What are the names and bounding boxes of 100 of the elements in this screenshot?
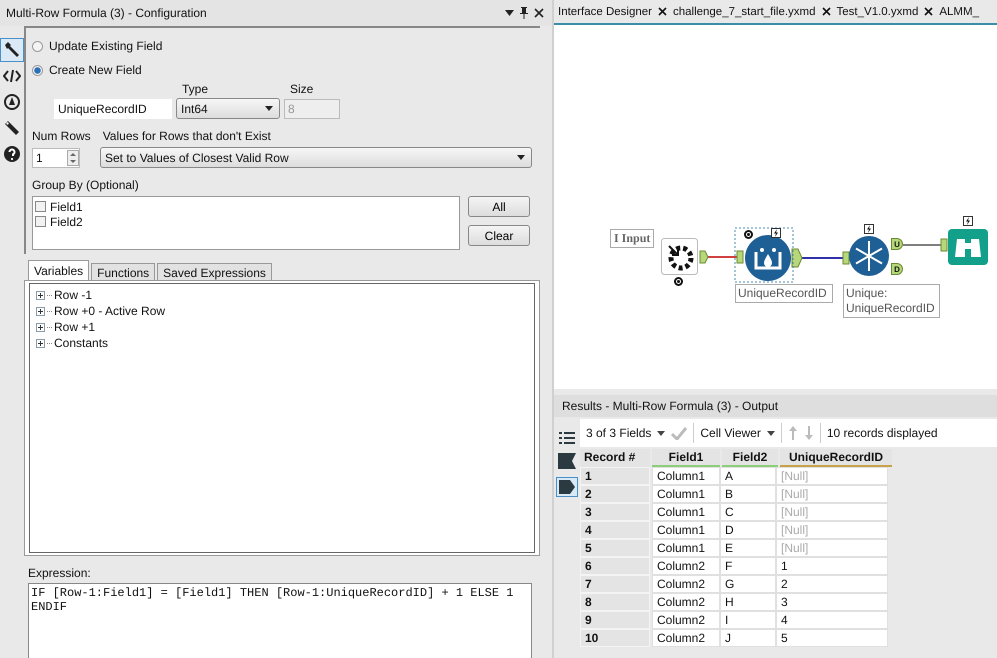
document-tab[interactable]: challenge_7_start_file.yxmd <box>672 6 816 18</box>
table-cell: 1 <box>776 557 888 575</box>
badge-icon <box>674 277 683 286</box>
connector-line <box>708 256 737 258</box>
num-rows-spinner[interactable]: 1 <box>32 148 80 168</box>
input-anchor-icon <box>736 250 744 264</box>
fields-dropdown[interactable]: 3 of 3 Fields <box>586 426 652 440</box>
record-number: 10 <box>580 629 650 647</box>
table-cell: [Null] <box>776 467 888 485</box>
lightning-icon <box>864 224 874 234</box>
close-icon[interactable] <box>924 7 934 16</box>
missing-rows-dropdown[interactable]: Set to Values of Closest Valid Row <box>100 147 532 168</box>
tab[interactable]: Functions <box>91 263 156 280</box>
radio-label: Create New Field <box>49 63 142 77</box>
tree-item[interactable]: Row -1 <box>54 288 92 302</box>
selection-box <box>734 228 794 282</box>
snowflake-tool-icon[interactable] <box>848 235 890 277</box>
caret-icon[interactable] <box>766 430 775 436</box>
record-number: 3 <box>580 503 650 521</box>
panel-title: Multi-Row Formula (3) - Configuration <box>6 6 207 20</box>
expander-icon[interactable] <box>36 338 45 348</box>
caret-icon[interactable] <box>657 430 666 436</box>
field-label: Field1 <box>50 200 83 214</box>
document-tab[interactable]: Interface Designer <box>558 6 652 18</box>
list-icon[interactable] <box>559 431 575 445</box>
record-number: 5 <box>580 539 650 557</box>
record-number: 1 <box>580 467 650 485</box>
table-cell: Column2 <box>652 557 720 575</box>
clear-button[interactable]: Clear <box>468 225 530 246</box>
checkmark-icon[interactable] <box>671 426 688 440</box>
column-header[interactable]: Record # <box>580 449 650 467</box>
badge-icon <box>744 230 753 239</box>
missing-rows-label: Values for Rows that don't Exist <box>102 129 271 145</box>
input-anchor-icon <box>940 238 948 252</box>
results-title: Results - Multi-Row Formula (3) - Output <box>554 395 997 417</box>
tree-item[interactable]: Row +0 - Active Row <box>54 304 166 318</box>
table-cell: Column1 <box>652 503 720 521</box>
input-anchor-icon <box>842 252 850 264</box>
table-cell: Column2 <box>652 629 720 647</box>
record-id-tool-icon[interactable] <box>744 234 792 282</box>
table-cell: [Null] <box>776 503 888 521</box>
record-number: 7 <box>580 575 650 593</box>
checkbox[interactable] <box>35 216 46 227</box>
expander-icon[interactable] <box>36 306 45 316</box>
group-by-label: Group By (Optional) <box>32 178 140 194</box>
field-label: Field2 <box>50 214 83 228</box>
type-label: Type <box>182 82 208 98</box>
table-cell: I <box>720 611 776 629</box>
lightning-icon <box>963 216 973 226</box>
expander-icon[interactable] <box>36 290 45 300</box>
document-tab[interactable]: Test_V1.0.yxmd <box>836 6 918 18</box>
tab[interactable]: Variables <box>28 260 90 280</box>
tool-label: Unique: UniqueRecordID <box>843 284 940 318</box>
document-tab[interactable]: ALMM_ <box>939 6 979 18</box>
checkbox[interactable] <box>35 201 46 212</box>
table-cell: 5 <box>776 629 888 647</box>
viewer-dropdown[interactable]: Cell Viewer <box>700 426 761 440</box>
expression-editor[interactable]: IF [Row-1:Field1] = [Field1] THEN [Row-1:UniqueRecordID] + 1 ELSE 1 ENDIF <box>28 583 532 658</box>
record-count: 10 records displayed <box>826 426 938 440</box>
table-cell: [Null] <box>776 521 888 539</box>
close-icon[interactable] <box>534 8 544 18</box>
table-cell: Column1 <box>652 467 720 485</box>
caret-icon[interactable] <box>517 155 525 160</box>
tree-item[interactable]: Row +1 <box>54 320 96 334</box>
select-all-button[interactable]: All <box>468 196 530 217</box>
lightning-icon <box>771 228 781 238</box>
record-number: 9 <box>580 611 650 629</box>
close-icon[interactable] <box>822 7 831 16</box>
column-header[interactable]: UniqueRecordID <box>780 449 892 467</box>
close-icon[interactable] <box>658 7 667 16</box>
expression-label: Expression: <box>27 566 92 581</box>
table-cell: D <box>720 521 776 539</box>
connector-line <box>903 244 941 246</box>
output-anchor: U <box>891 238 903 250</box>
input-tool-icon[interactable] <box>661 238 698 275</box>
table-cell: [Null] <box>776 485 888 503</box>
table-cell: [Null] <box>776 539 888 557</box>
tree-item[interactable]: Constants <box>54 336 108 350</box>
field-name-input[interactable]: UniqueRecordID <box>54 98 172 118</box>
tool-label: UniqueRecordID <box>735 284 833 303</box>
table-cell: Column1 <box>652 521 720 539</box>
radio-label: Update Existing Field <box>49 39 162 53</box>
caret-icon[interactable] <box>265 106 273 111</box>
column-header[interactable]: Field2 <box>722 449 778 467</box>
table-cell: B <box>720 485 776 503</box>
radio-button[interactable] <box>32 40 43 52</box>
pin-icon[interactable] <box>520 7 528 19</box>
table-cell: C <box>720 503 776 521</box>
expander-icon[interactable] <box>36 322 45 332</box>
type-dropdown[interactable]: Int64 <box>176 98 280 119</box>
output-anchor: D <box>891 263 903 275</box>
dropdown-icon[interactable] <box>505 10 514 16</box>
table-cell: H <box>720 593 776 611</box>
table-cell: A <box>720 467 776 485</box>
column-header[interactable]: Field1 <box>652 449 720 467</box>
table-cell: Column2 <box>652 593 720 611</box>
table-cell: E <box>720 539 776 557</box>
radio-button[interactable] <box>32 64 43 76</box>
tab[interactable]: Saved Expressions <box>157 263 272 280</box>
record-number: 8 <box>580 593 650 611</box>
